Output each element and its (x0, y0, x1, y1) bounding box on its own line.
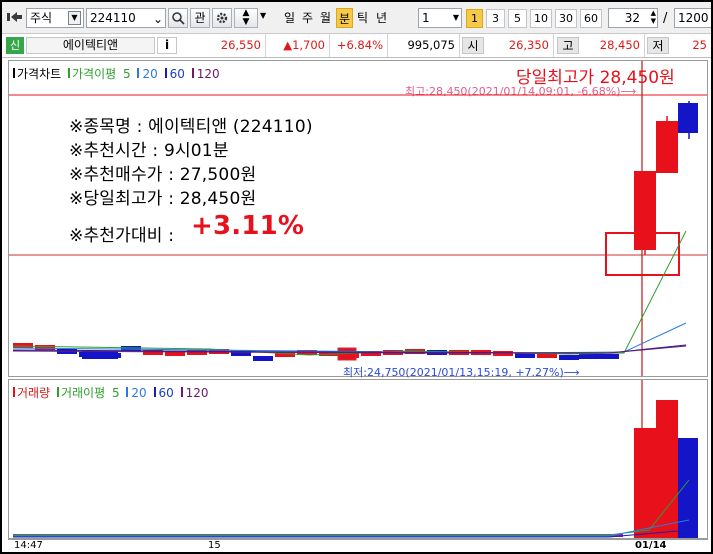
interval-value: 1 (422, 11, 430, 25)
minute-1-button[interactable]: 1 (466, 9, 483, 28)
chevron-down-icon[interactable]: ▼ (235, 18, 257, 27)
link-arrow-icon[interactable] (7, 10, 23, 24)
tab-tick[interactable]: 틱 (354, 8, 371, 28)
spin-button[interactable]: ▲ ▼ (234, 8, 258, 28)
minute-10-button[interactable]: 10 (530, 9, 552, 28)
info-button[interactable]: i (157, 37, 177, 54)
search-icon (172, 12, 185, 25)
total-count-value: 1200 (678, 11, 709, 25)
minute-60-button[interactable]: 60 (580, 9, 602, 28)
candle (678, 103, 698, 133)
candle (559, 355, 579, 360)
slash-label: / (663, 11, 668, 26)
credit-badge: 신 (6, 37, 24, 54)
candle (253, 356, 273, 361)
volume-chart-pane[interactable]: 거래량 거래이평 5 20 60 120 (8, 379, 708, 539)
x-tick-label: 14:47 (14, 540, 43, 551)
tab-minute[interactable]: 분 (336, 8, 353, 28)
volume-value: 995,075 (388, 34, 460, 57)
market-select[interactable]: 주식 ▼ (26, 8, 84, 28)
note-recommend-time: ※추천시간 : 9시01분 (69, 141, 229, 161)
x-tick-label: 15 (208, 540, 221, 551)
candle (13, 343, 33, 348)
toolbar: 주식 ▼ 224110 ⌄ 관 ▲ ▼ ▼ 일 주 월 분 틱 년 1 ▼ 1 3… (2, 2, 711, 34)
candle (579, 354, 599, 359)
settings-gear-button[interactable] (212, 8, 232, 28)
x-tick-label: 01/14 (635, 540, 667, 551)
note-buy-price: ※추천매수가 : 27,500원 (69, 165, 257, 185)
price-chart-canvas (9, 61, 707, 376)
chevron-down-icon[interactable]: ▼ (68, 11, 81, 25)
price-chart-pane[interactable]: 가격차트 가격이평 5 20 60 120 당일최고가 28,450원 최고:2… (8, 60, 708, 379)
quote-bar: 신 에이텍티앤 i 26,550 ▲1,700 +6.84% 995,075 시… (2, 34, 711, 58)
total-count-input[interactable]: 1200 (674, 8, 711, 28)
stock-code-input[interactable]: 224110 ⌄ (86, 8, 166, 28)
open-label: 시 (462, 37, 484, 54)
minute-30-button[interactable]: 30 (555, 9, 577, 28)
bar-count-value: 32 (624, 11, 640, 25)
ma5-line (12, 230, 687, 356)
minute-5-button[interactable]: 5 (508, 9, 527, 28)
tab-year[interactable]: 년 (373, 8, 390, 28)
volume-bar (634, 428, 656, 538)
dropdown-arrow-icon[interactable]: ▼ (260, 11, 266, 20)
current-price: 26,550 (178, 34, 266, 57)
vma20-line (13, 519, 690, 537)
low-price: 25 (692, 38, 707, 52)
candle (656, 121, 678, 173)
vma5-line (13, 479, 690, 536)
candle (634, 171, 656, 250)
candle (599, 354, 619, 359)
interval-select[interactable]: 1 ▼ (418, 8, 462, 28)
spin-updown-icon[interactable]: ▲ ▼ (651, 9, 656, 25)
tab-month[interactable]: 월 (317, 8, 334, 28)
change-rate: +6.84% (330, 34, 388, 57)
chevron-down-icon[interactable]: ⌄ (153, 10, 163, 28)
market-value: 주식 (30, 11, 53, 25)
price-change: ▲1,700 (266, 34, 330, 57)
volume-chart-canvas (13, 380, 698, 538)
low-label: 저 (647, 37, 669, 54)
note-day-high: ※당일최고가 : 28,450원 (69, 189, 257, 209)
bar-count-input[interactable]: 32 ▲ ▼ (608, 8, 658, 28)
search-button[interactable] (168, 8, 188, 28)
open-price: 26,350 (484, 34, 554, 57)
tab-week[interactable]: 주 (299, 8, 316, 28)
x-axis: 14:47 15 01/14 (8, 539, 708, 552)
chevron-down-icon[interactable]: ▼ (453, 9, 459, 27)
minute-3-button[interactable]: 3 (486, 9, 505, 28)
candle (82, 351, 118, 359)
stock-code-value: 224110 (90, 11, 136, 25)
watchlist-button[interactable]: 관 (190, 8, 210, 28)
gear-icon (216, 12, 228, 24)
stock-name: 에이텍티앤 (26, 37, 155, 54)
candle (35, 345, 55, 350)
note-stock-name: ※종목명 : 에이텍티앤 (224110) (69, 117, 313, 137)
min-price-note: 최저:24,750(2021/01/13,15:19, +7.27%)⟶ (343, 366, 580, 379)
high-label: 고 (557, 37, 579, 54)
tab-day[interactable]: 일 (281, 8, 298, 28)
note-compare-value: +3.11% (191, 211, 305, 241)
high-price: 28,450 (579, 34, 645, 57)
volume-bar (678, 438, 698, 538)
note-compare-label: ※추천가대비 : (69, 226, 175, 246)
